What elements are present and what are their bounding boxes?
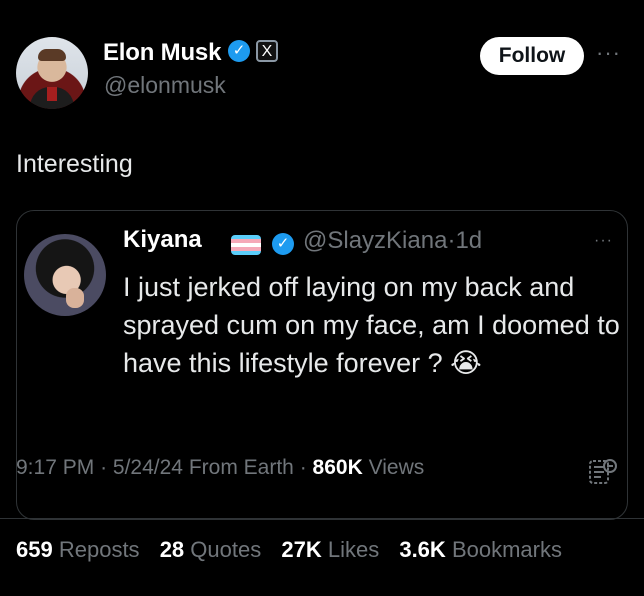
quoted-handle-line: @SlayzKiana·1d: [303, 227, 482, 255]
avatar-hair: [38, 49, 66, 61]
likes-count: 27K: [281, 537, 322, 562]
quotes-count: 28: [159, 537, 185, 562]
grok-summary-icon[interactable]: [586, 456, 620, 490]
bookmarks-label: Bookmarks: [451, 537, 562, 562]
reposts-stat[interactable]: 659 Reposts: [16, 537, 140, 562]
quoted-more-icon[interactable]: ···: [594, 232, 613, 250]
quoted-time[interactable]: 1d: [455, 227, 482, 254]
author-handle[interactable]: @elonmusk: [104, 72, 226, 99]
views-count: 860K: [312, 456, 363, 479]
quoted-text: I just jerked off laying on my back and …: [123, 268, 623, 382]
engagement-stats: 659 Reposts 28 Quotes 27K Likes 3.6K Boo…: [16, 537, 576, 563]
author-avatar[interactable]: [16, 37, 88, 109]
likes-stat[interactable]: 27K Likes: [281, 537, 379, 562]
quoted-text-content: I just jerked off laying on my back and …: [123, 272, 620, 378]
bookmarks-count: 3.6K: [399, 537, 446, 562]
more-options-icon[interactable]: ···: [596, 40, 621, 66]
tweet-source: From Earth: [188, 456, 294, 479]
tweet-text: Interesting: [16, 150, 133, 178]
quoted-handle[interactable]: @SlayzKiana: [303, 227, 447, 254]
divider: [0, 518, 644, 519]
quoted-author-name[interactable]: Kiyana: [123, 226, 202, 254]
crying-emoji: 😭: [450, 348, 482, 378]
quotes-label: Quotes: [190, 537, 262, 562]
quoted-author-avatar[interactable]: [24, 234, 106, 316]
trans-flag-icon: [231, 235, 261, 255]
views-label: Views: [368, 456, 425, 479]
reposts-count: 659: [16, 537, 53, 562]
avatar-hand: [66, 288, 84, 308]
meta-separator: ·: [299, 456, 307, 479]
author-name[interactable]: Elon Musk: [103, 39, 221, 67]
tweet-meta: 9:17 PM · 5/24/24 From Earth · 860K View…: [16, 456, 424, 480]
meta-separator: ·: [100, 456, 108, 479]
quoted-verified-icon: ✓: [272, 233, 294, 255]
quotes-stat[interactable]: 28 Quotes: [160, 537, 262, 562]
avatar-shirt: [30, 87, 74, 109]
verified-icon: ✓: [228, 40, 250, 62]
follow-button[interactable]: Follow: [480, 37, 584, 75]
reposts-label: Reposts: [58, 537, 140, 562]
tweet-time[interactable]: 9:17 PM: [16, 456, 94, 479]
x-badge-icon: X: [256, 40, 278, 62]
likes-label: Likes: [327, 537, 380, 562]
tweet-date[interactable]: 5/24/24: [113, 456, 183, 479]
bookmarks-stat[interactable]: 3.6K Bookmarks: [399, 537, 562, 562]
